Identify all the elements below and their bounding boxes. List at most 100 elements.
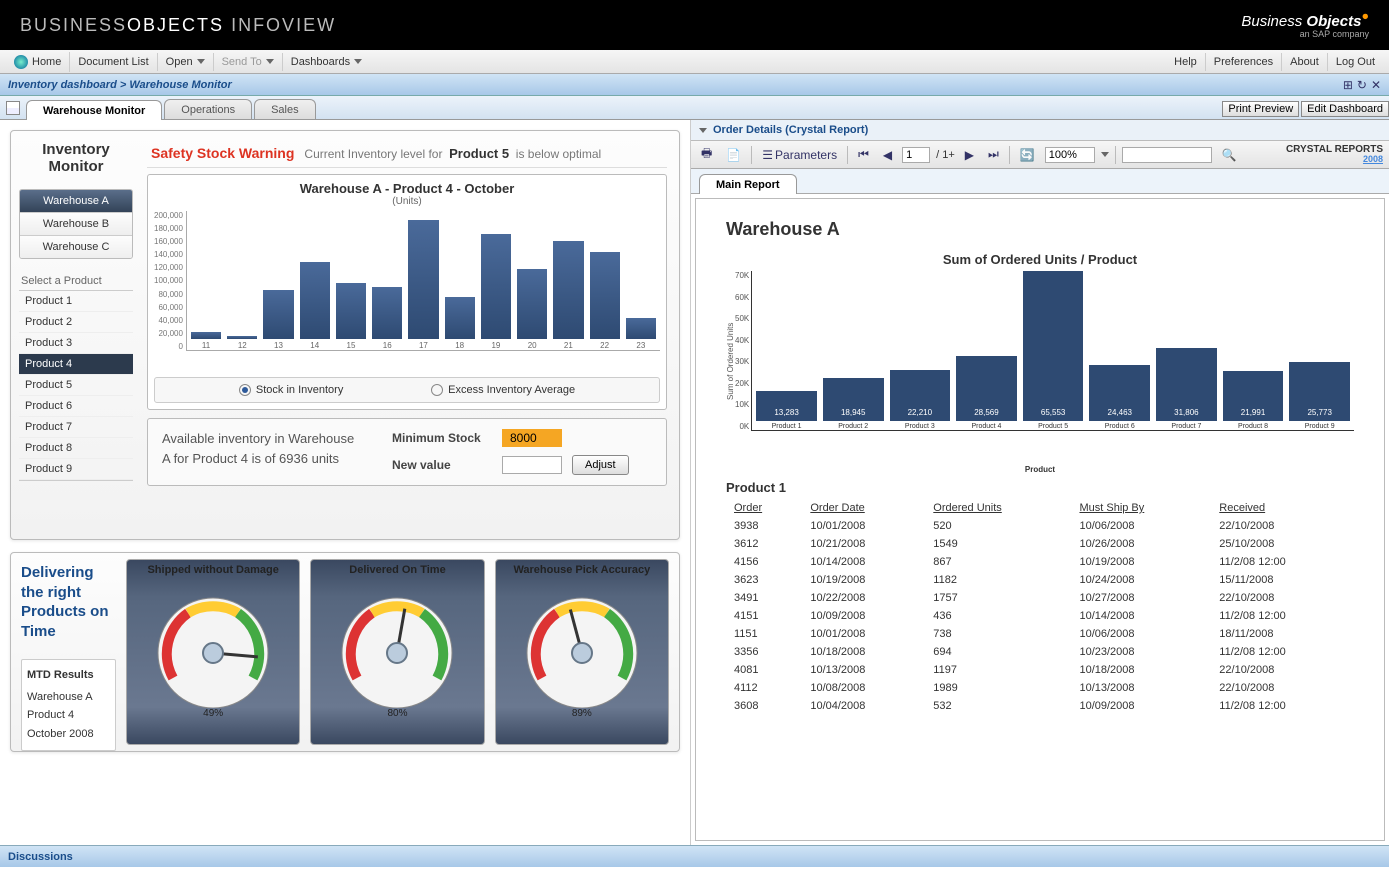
- new-value-label: New value: [392, 458, 492, 472]
- chart-title: Warehouse A - Product 4 - October: [154, 181, 660, 196]
- table-row: 415110/09/200843610/14/200811/2/08 12:00: [726, 607, 1354, 625]
- table-row: 415610/14/200886710/19/200811/2/08 12:00: [726, 553, 1354, 571]
- gauge: Delivered On Time 80%: [310, 559, 484, 745]
- add-icon[interactable]: ⊞: [1343, 78, 1353, 92]
- tab-sales[interactable]: Sales: [254, 99, 316, 119]
- menu-bar: Home Document List Open Send To Dashboar…: [0, 50, 1389, 74]
- radio-excess-avg[interactable]: Excess Inventory Average: [431, 384, 575, 396]
- edit-dashboard-button[interactable]: Edit Dashboard: [1301, 101, 1389, 117]
- min-stock-value: 8000: [502, 429, 562, 447]
- app-title: BUSINESSOBJECTS INFOVIEW: [20, 15, 336, 36]
- search-input[interactable]: [1122, 147, 1212, 163]
- report-chart-title: Sum of Ordered Units / Product: [726, 252, 1354, 267]
- table-row: 335610/18/200869410/23/200811/2/08 12:00: [726, 643, 1354, 661]
- prefs-link[interactable]: Preferences: [1206, 53, 1282, 71]
- next-page-icon[interactable]: ▶: [961, 146, 978, 164]
- table-row: 362310/19/2008118210/24/200815/11/2008: [726, 571, 1354, 589]
- first-page-icon[interactable]: ⏮: [854, 145, 873, 164]
- order-table: OrderOrder DateOrdered UnitsMust Ship By…: [726, 499, 1354, 715]
- breadcrumb: Inventory dashboard > Warehouse Monitor: [8, 79, 232, 91]
- tab-main-report[interactable]: Main Report: [699, 174, 797, 194]
- report-warehouse-title: Warehouse A: [726, 219, 1354, 240]
- inventory-chart: Warehouse A - Product 4 - October (Units…: [147, 174, 667, 410]
- product-item[interactable]: Product 8: [19, 438, 133, 459]
- table-row: 393810/01/200852010/06/200822/10/2008: [726, 517, 1354, 535]
- doclist-button[interactable]: Document List: [70, 53, 157, 71]
- grid-icon[interactable]: [6, 101, 20, 115]
- available-inventory-text: Available inventory in Warehouse A for P…: [162, 429, 362, 475]
- bars: 11121314151617181920212223: [186, 211, 660, 351]
- product-item[interactable]: Product 5: [19, 375, 133, 396]
- product-item[interactable]: Product 9: [19, 459, 133, 480]
- gauges-title: Delivering the right Products on Time: [21, 563, 116, 641]
- zoom-dropdown-icon[interactable]: [1101, 152, 1109, 157]
- print-icon[interactable]: 🖶: [697, 142, 716, 167]
- tab-strip: Warehouse Monitor Operations Sales Print…: [0, 96, 1389, 120]
- sendto-menu[interactable]: Send To: [214, 53, 283, 71]
- gauge: Shipped without Damage 49%: [126, 559, 300, 745]
- bottom-bar[interactable]: Discussions: [0, 845, 1389, 867]
- gauges-panel: Delivering the right Products on Time MT…: [10, 552, 680, 752]
- tab-operations[interactable]: Operations: [164, 99, 252, 119]
- close-icon[interactable]: ✕: [1371, 78, 1381, 92]
- dashboards-menu[interactable]: Dashboards: [283, 53, 370, 71]
- about-link[interactable]: About: [1282, 53, 1328, 71]
- min-stock-label: Minimum Stock: [392, 431, 492, 445]
- zoom-input[interactable]: [1045, 147, 1095, 163]
- inventory-monitor-panel: Inventory Monitor Warehouse A Warehouse …: [10, 130, 680, 540]
- table-row: 408110/13/2008119710/18/200822/10/2008: [726, 661, 1354, 679]
- table-row: 361210/21/2008154910/26/200825/10/2008: [726, 535, 1354, 553]
- prev-page-icon[interactable]: ◀: [879, 146, 896, 164]
- product-item[interactable]: Product 1: [19, 291, 133, 312]
- refresh-icon[interactable]: 🔄: [1016, 146, 1039, 164]
- chart-subtitle: (Units): [154, 196, 660, 207]
- refresh-icon[interactable]: ↻: [1357, 78, 1367, 92]
- adjust-button[interactable]: Adjust: [572, 455, 629, 475]
- product-item[interactable]: Product 4: [19, 354, 133, 375]
- parameters-button[interactable]: ☰ Parameters: [758, 146, 841, 164]
- report-title-bar: Order Details (Crystal Report): [691, 120, 1389, 141]
- warehouse-list: Warehouse A Warehouse B Warehouse C: [19, 189, 133, 259]
- product-item[interactable]: Product 6: [19, 396, 133, 417]
- gauge: Warehouse Pick Accuracy 89%: [495, 559, 669, 745]
- product-item[interactable]: Product 3: [19, 333, 133, 354]
- brand-logo: Business Objects● an SAP company: [1241, 10, 1369, 40]
- gauges-container: Shipped without Damage 49%Delivered On T…: [126, 553, 679, 751]
- report-tabs: Main Report: [691, 169, 1389, 194]
- globe-icon: [14, 55, 28, 69]
- print-preview-button[interactable]: Print Preview: [1222, 101, 1299, 117]
- product-item[interactable]: Product 7: [19, 417, 133, 438]
- report-x-label: Product: [726, 465, 1354, 474]
- table-row: 115110/01/200873810/06/200818/11/2008: [726, 625, 1354, 643]
- table-row: 360810/04/200853210/09/200811/2/08 12:00: [726, 697, 1354, 715]
- home-button[interactable]: Home: [6, 52, 70, 72]
- mtd-results-box: MTD Results Warehouse A Product 4 Octobe…: [21, 659, 116, 751]
- data-table-title: Product 1: [726, 480, 1354, 495]
- warehouse-item[interactable]: Warehouse B: [20, 213, 132, 236]
- radio-dot-icon: [239, 384, 251, 396]
- help-link[interactable]: Help: [1166, 53, 1206, 71]
- last-page-icon[interactable]: ⏭: [984, 145, 1003, 164]
- inv-title: Inventory Monitor: [19, 141, 133, 175]
- logout-link[interactable]: Log Out: [1328, 53, 1383, 71]
- collapse-icon[interactable]: [699, 128, 707, 133]
- tab-warehouse-monitor[interactable]: Warehouse Monitor: [26, 100, 162, 120]
- warehouse-item[interactable]: Warehouse A: [20, 190, 132, 213]
- crystal-reports-logo: CRYSTAL REPORTS2008: [1286, 145, 1383, 164]
- page-input[interactable]: [902, 147, 930, 163]
- chevron-down-icon: [266, 59, 274, 64]
- breadcrumb-bar: Inventory dashboard > Warehouse Monitor …: [0, 74, 1389, 96]
- report-scroll[interactable]: Warehouse A Sum of Ordered Units / Produ…: [695, 198, 1385, 841]
- warehouse-item[interactable]: Warehouse C: [20, 236, 132, 258]
- new-value-input[interactable]: [502, 456, 562, 474]
- product-item[interactable]: Product 2: [19, 312, 133, 333]
- chevron-down-icon: [354, 59, 362, 64]
- search-icon[interactable]: 🔍: [1218, 146, 1241, 164]
- y-axis: 200,000180,000160,000140,000120,000100,0…: [154, 211, 186, 351]
- select-product-label: Select a Product: [21, 275, 133, 287]
- radio-stock-inventory[interactable]: Stock in Inventory: [239, 384, 343, 396]
- open-menu[interactable]: Open: [158, 53, 214, 71]
- table-row: 349110/22/2008175710/27/200822/10/2008: [726, 589, 1354, 607]
- chevron-down-icon: [197, 59, 205, 64]
- export-icon[interactable]: 📄: [722, 146, 745, 164]
